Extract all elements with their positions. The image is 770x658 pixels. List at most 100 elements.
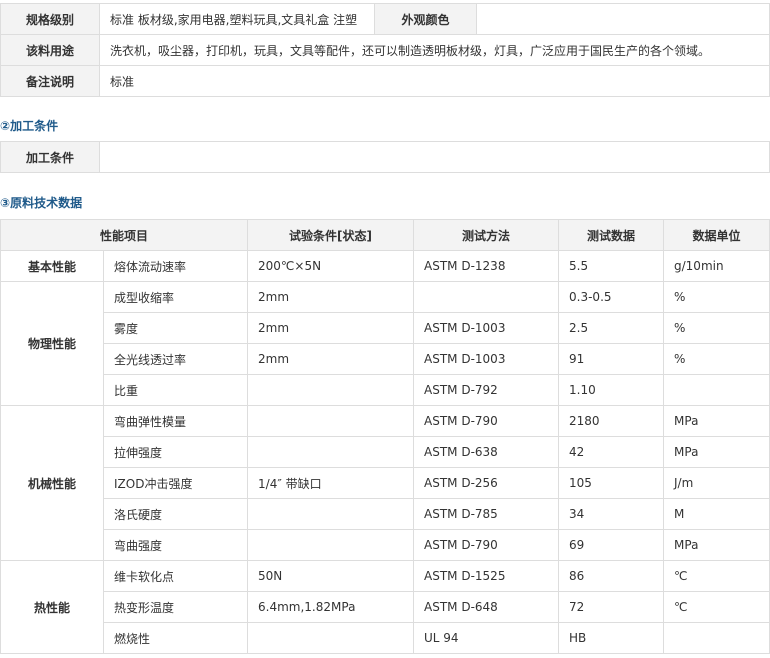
processing-label: 加工条件	[0, 141, 100, 173]
table-row: 弯曲强度 ASTM D-790 69 MPa	[1, 529, 770, 561]
cell-condition: 6.4mm,1.82MPa	[247, 591, 415, 623]
cell-unit: J/m	[663, 467, 770, 499]
table-row: 比重 ASTM D-792 1.10	[1, 374, 770, 406]
cell-value: 0.3-0.5	[558, 281, 665, 313]
cell-condition	[247, 622, 415, 654]
group-label-mechanical-properties: 机械性能	[0, 405, 104, 561]
spec-value-grade: 标准 板材级,家用电器,塑料玩具,文具礼盒 注塑	[99, 3, 375, 35]
cell-value: 2180	[558, 405, 665, 437]
cell-item: 雾度	[102, 312, 249, 344]
cell-value: 86	[558, 560, 665, 592]
cell-unit: %	[663, 343, 770, 375]
cell-method: ASTM D-1003	[413, 343, 560, 375]
header-value: 测试数据	[558, 219, 665, 251]
cell-condition	[247, 436, 415, 468]
cell-method: ASTM D-785	[413, 498, 560, 530]
table-row: 燃烧性 UL 94 HB	[1, 622, 770, 654]
processing-value	[99, 141, 770, 173]
cell-item: 弯曲弹性模量	[102, 405, 249, 437]
group-label-basic-properties: 基本性能	[0, 250, 104, 282]
cell-method: ASTM D-648	[413, 591, 560, 623]
table-row: 热性能 维卡软化点 50N ASTM D-1525 86 ℃	[0, 560, 770, 654]
table-row: 基本性能 熔体流动速率 200℃×5N ASTM D-1238 5.5 g/10min	[0, 250, 770, 282]
cell-item: 洛氏硬度	[102, 498, 249, 530]
cell-unit: MPa	[663, 529, 770, 561]
cell-value: 69	[558, 529, 665, 561]
cell-item: 弯曲强度	[102, 529, 249, 561]
cell-unit: %	[663, 312, 770, 344]
cell-condition	[247, 529, 415, 561]
table-row: 拉伸强度 ASTM D-638 42 MPa	[1, 436, 770, 468]
cell-method: ASTM D-792	[413, 374, 560, 406]
cell-value: 91	[558, 343, 665, 375]
table-row: 物理性能 成型收缩率 2mm 0.3-0.5%	[0, 281, 770, 406]
cell-condition: 2mm	[247, 312, 415, 344]
cell-item: 熔体流动速率	[102, 250, 249, 282]
spec-row-usage: 该料用途 洗衣机，吸尘器，打印机，玩具，文具等配件，还可以制造透明板材级，灯具，…	[0, 34, 770, 66]
cell-method: UL 94	[413, 622, 560, 654]
cell-method: ASTM D-1003	[413, 312, 560, 344]
cell-method: ASTM D-1525	[413, 560, 560, 592]
spec-value-color	[476, 3, 770, 35]
cell-condition: 1/4″ 带缺口	[247, 467, 415, 499]
cell-item: 成型收缩率	[102, 281, 249, 313]
processing-section-title: ②加工条件	[0, 119, 59, 133]
cell-method: ASTM D-790	[413, 405, 560, 437]
table-row: 热变形温度 6.4mm,1.82MPa ASTM D-648 72 ℃	[1, 591, 770, 623]
cell-unit: ℃	[663, 560, 770, 592]
cell-condition	[247, 374, 415, 406]
cell-unit: %	[663, 281, 770, 313]
table-row: IZOD冲击强度 1/4″ 带缺口 ASTM D-256 105 J/m	[1, 467, 770, 499]
group-label-thermal-properties: 热性能	[0, 560, 104, 654]
table-row: 全光线透过率 2mm ASTM D-1003 91%	[1, 343, 770, 375]
header-method: 测试方法	[413, 219, 560, 251]
header-unit: 数据单位	[663, 219, 770, 251]
cell-value: HB	[558, 622, 665, 654]
technical-data-table: 性能项目 试验条件[状态] 测试方法 测试数据 数据单位 基本性能 熔体流动速率 2…	[0, 219, 770, 654]
technical-header-row: 性能项目 试验条件[状态] 测试方法 测试数据 数据单位	[0, 219, 770, 251]
cell-method	[413, 281, 560, 313]
spec-value-usage: 洗衣机，吸尘器，打印机，玩具，文具等配件，还可以制造透明板材级，灯具，广泛应用于…	[99, 34, 770, 66]
technical-data-body: 基本性能 熔体流动速率 200℃×5N ASTM D-1238 5.5 g/10min 物理…	[0, 250, 770, 654]
cell-unit	[663, 622, 770, 654]
cell-unit: ℃	[663, 591, 770, 623]
cell-method: ASTM D-1238	[413, 250, 560, 282]
cell-item: 比重	[102, 374, 249, 406]
header-condition: 试验条件[状态]	[247, 219, 415, 251]
spec-label-usage: 该料用途	[0, 34, 100, 66]
cell-value: 34	[558, 498, 665, 530]
spec-table: 规格级别 标准 板材级,家用电器,塑料玩具,文具礼盒 注塑 外观颜色 该料用途 …	[0, 3, 770, 97]
cell-value: 105	[558, 467, 665, 499]
cell-condition: 50N	[247, 560, 415, 592]
cell-value: 2.5	[558, 312, 665, 344]
cell-item: 拉伸强度	[102, 436, 249, 468]
spec-label-color: 外观颜色	[374, 3, 477, 35]
technical-section-title: ③原料技术数据	[0, 196, 83, 210]
cell-condition	[247, 405, 415, 437]
processing-row: 加工条件	[0, 141, 770, 173]
cell-item: IZOD冲击强度	[102, 467, 249, 499]
table-row: 洛氏硬度 ASTM D-785 34 M	[1, 498, 770, 530]
cell-condition: 2mm	[247, 343, 415, 375]
cell-value: 42	[558, 436, 665, 468]
group-label-physical-properties: 物理性能	[0, 281, 104, 406]
processing-table: 加工条件	[0, 141, 770, 173]
cell-value: 72	[558, 591, 665, 623]
cell-unit	[663, 374, 770, 406]
cell-condition	[247, 498, 415, 530]
cell-item: 热变形温度	[102, 591, 249, 623]
spec-label-remark: 备注说明	[0, 65, 100, 97]
cell-value: 1.10	[558, 374, 665, 406]
cell-unit: g/10min	[663, 250, 770, 282]
spec-row-remark: 备注说明 标准	[0, 65, 770, 97]
cell-item: 全光线透过率	[102, 343, 249, 375]
cell-item: 维卡软化点	[102, 560, 249, 592]
cell-value: 5.5	[558, 250, 665, 282]
table-row: 雾度 2mm ASTM D-1003 2.5%	[1, 312, 770, 344]
cell-method: ASTM D-256	[413, 467, 560, 499]
spec-row-grade: 规格级别 标准 板材级,家用电器,塑料玩具,文具礼盒 注塑 外观颜色	[0, 3, 770, 35]
cell-unit: MPa	[663, 436, 770, 468]
cell-method: ASTM D-638	[413, 436, 560, 468]
cell-item: 燃烧性	[102, 622, 249, 654]
cell-condition: 200℃×5N	[247, 250, 415, 282]
